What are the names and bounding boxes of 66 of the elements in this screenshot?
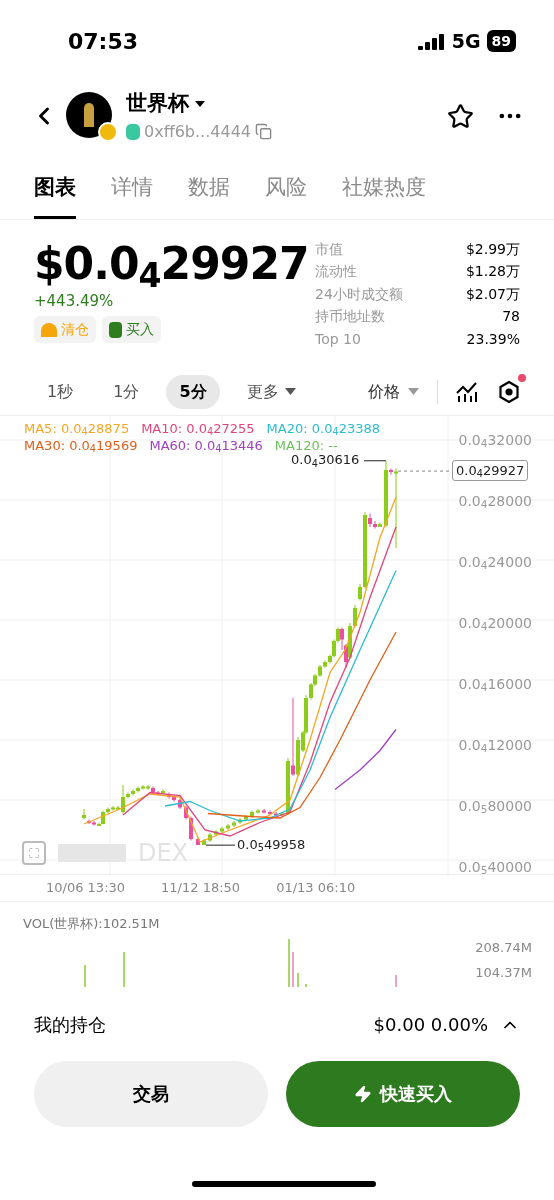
trade-button[interactable]: 交易 — [34, 1060, 268, 1127]
ma-legend: MA5: 0.0$_{4}$28875 — [24, 419, 130, 437]
battery-icon: 89 — [486, 30, 516, 52]
buy-button[interactable]: 买入 — [102, 316, 161, 343]
signal-icon — [417, 32, 446, 50]
stat-value: 78 — [502, 307, 520, 326]
price-axis-label: 0.0$_{4}$28000 — [458, 492, 532, 509]
token-name: 世界杯 — [126, 90, 189, 118]
time-axis-label: 10/06 13:30 — [46, 878, 126, 897]
quick-buy-button[interactable]: 快速买入 — [286, 1060, 520, 1127]
favorite-icon[interactable] — [447, 102, 474, 130]
ma-legend: MA60: 0.0$_{4}$13446 — [149, 436, 263, 454]
stat-label: Top 10 — [315, 329, 361, 349]
leader-line — [205, 844, 236, 846]
chart-type-dropdown[interactable]: 价格 — [368, 379, 419, 404]
stat-value: 23.39% — [466, 329, 520, 349]
caret-icon[interactable] — [195, 101, 205, 107]
price-axis-label: 0.0$_{4}$12000 — [458, 736, 532, 753]
tab[interactable]: 图表 — [34, 172, 76, 219]
time-axis-label: 11/12 18:50 — [161, 878, 241, 897]
indicator-icon[interactable] — [456, 381, 478, 402]
price-axis-label: 0.0$_{4}$32000 — [458, 431, 532, 448]
volume-axis-label: 208.74M — [475, 938, 532, 957]
leader-line — [363, 459, 387, 461]
tab[interactable]: 风险 — [265, 172, 307, 219]
timeframe-tab[interactable]: 1分 — [100, 374, 153, 409]
network-label: 5G — [451, 28, 481, 54]
copy-icon[interactable] — [255, 123, 272, 141]
lightning-icon — [354, 1084, 372, 1103]
stat-value: $1.28万 — [465, 262, 520, 281]
ma-legend: MA10: 0.0$_{4}$27255 — [141, 419, 255, 437]
stat-value: $2.07万 — [465, 284, 520, 304]
ma-legend: MA120: -- — [274, 436, 338, 454]
timeframe-tab[interactable]: 1秒 — [34, 374, 87, 409]
status-time: 07:53 — [68, 27, 139, 56]
timeframe-tab[interactable]: 更多 — [233, 374, 309, 409]
chain-badge-icon — [98, 122, 118, 142]
time-axis-label: 01/13 06:10 — [276, 878, 356, 897]
tab[interactable]: 社媒热度 — [342, 172, 426, 219]
stat-label: 24小时成交额 — [315, 284, 403, 304]
caret-icon — [408, 388, 419, 395]
price-axis-label: 0.0$_{5}$40000 — [458, 858, 532, 875]
price-axis-label: 0.0$_{4}$24000 — [458, 553, 532, 570]
low-price-label: 0.0$_{5}$49958 — [237, 835, 306, 855]
ma-legend: MA20: 0.0$_{4}$23388 — [266, 419, 380, 437]
stat-label: 持币地址数 — [315, 307, 385, 326]
tab[interactable]: 数据 — [188, 172, 230, 219]
stat-label: 市值 — [315, 239, 343, 259]
stat-label: 流动性 — [315, 262, 357, 281]
settings-icon[interactable] — [498, 379, 520, 404]
stat-value: $2.99万 — [465, 239, 520, 259]
price-change: +443.49% — [34, 290, 115, 312]
current-price-tag: 0.0$_{4}$29927 — [452, 459, 529, 482]
ma-legend: MA30: 0.0$_{4}$19569 — [24, 436, 138, 454]
price: $0.0$_{4}$29927 — [34, 237, 310, 290]
volume-axis-label: 104.37M — [475, 963, 532, 982]
holdings-label: 我的持仓 — [34, 1013, 107, 1037]
high-price-label: 0.0$_{4}$30616 — [291, 451, 360, 470]
price-axis-label: 0.0$_{5}$80000 — [458, 797, 532, 814]
price-axis-label: 0.0$_{4}$16000 — [458, 675, 532, 692]
contract-address: 0xff6b...4444 — [144, 120, 251, 143]
token-avatar — [66, 92, 112, 138]
price-axis-label: 0.0$_{4}$20000 — [458, 614, 532, 631]
timeframe-tab[interactable]: 5分 — [166, 374, 220, 409]
holdings-value: $0.00 0.00% — [373, 1013, 488, 1037]
volume-label: VOL(世界杯):102.51M — [23, 914, 160, 933]
